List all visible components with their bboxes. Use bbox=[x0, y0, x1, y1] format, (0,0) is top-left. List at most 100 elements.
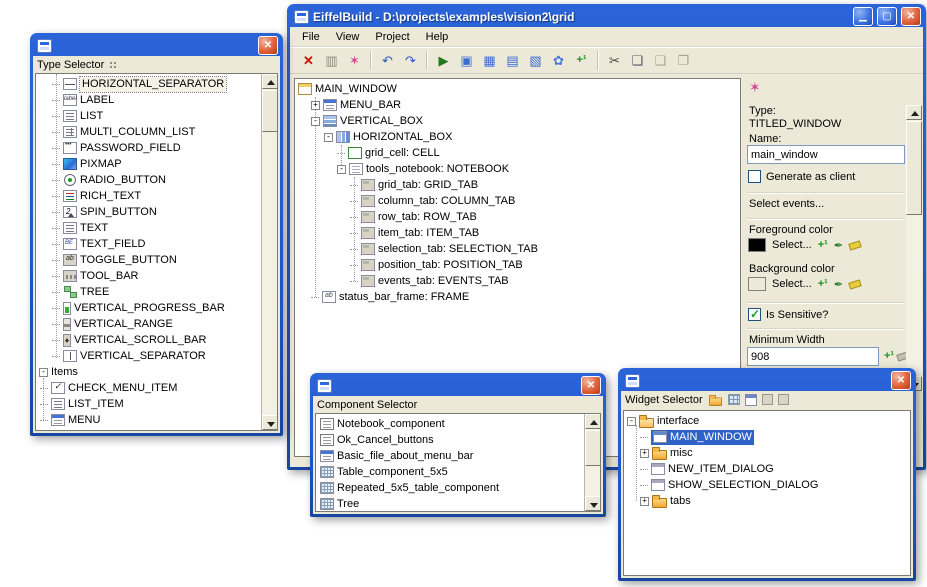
widget-row[interactable]: NEW_ITEM_DIALOG bbox=[624, 461, 910, 477]
type-row[interactable]: LABEL bbox=[36, 92, 261, 108]
add-widget-icon[interactable] bbox=[728, 394, 740, 405]
scroll-up-button[interactable] bbox=[585, 414, 601, 429]
type-row[interactable]: - Items bbox=[36, 364, 261, 380]
type-row[interactable]: RADIO_BUTTON bbox=[36, 172, 261, 188]
type-row[interactable]: MULTI_COLUMN_LIST bbox=[36, 124, 261, 140]
scroll-down-button[interactable] bbox=[262, 415, 278, 430]
generate-as-client-checkbox[interactable] bbox=[748, 170, 761, 183]
component-row[interactable]: Ok_Cancel_buttons bbox=[316, 432, 584, 448]
tree-row[interactable]: - HORIZONTAL_BOX bbox=[295, 129, 740, 145]
wizard-icon[interactable]: ✶ bbox=[343, 50, 366, 71]
type-row[interactable]: LIST bbox=[36, 108, 261, 124]
type-row[interactable]: MENU bbox=[36, 412, 261, 428]
tree-row[interactable]: selection_tab: SELECTION_TAB bbox=[295, 241, 740, 257]
close-button[interactable]: ✕ bbox=[891, 371, 911, 390]
type-list-scrollbar[interactable] bbox=[261, 74, 277, 430]
scrollbar-thumb[interactable] bbox=[906, 121, 922, 215]
paste-special-icon[interactable]: ❒ bbox=[672, 50, 695, 71]
type-row[interactable]: RICH_TEXT bbox=[36, 188, 261, 204]
undo-icon[interactable]: ↶ bbox=[376, 50, 399, 71]
background-swatch[interactable] bbox=[748, 277, 766, 291]
community-icon[interactable]: ✿ bbox=[547, 50, 570, 71]
show-window-icon[interactable]: ▣ bbox=[455, 50, 478, 71]
tree-row[interactable]: MAIN_WINDOW bbox=[295, 81, 740, 97]
menu-project[interactable]: Project bbox=[367, 29, 417, 45]
tree-row[interactable]: status_bar_frame: FRAME bbox=[295, 289, 740, 305]
copy-icon[interactable]: ❏ bbox=[626, 50, 649, 71]
window-icon[interactable] bbox=[745, 394, 757, 406]
grid-window-icon[interactable]: ▤ bbox=[501, 50, 524, 71]
cut-icon[interactable]: ✂ bbox=[603, 50, 626, 71]
component-row[interactable]: Notebook_component bbox=[316, 416, 584, 432]
paste-icon[interactable]: ❑ bbox=[649, 50, 672, 71]
component-row[interactable]: Repeated_5x5_table_component bbox=[316, 480, 584, 496]
type-row[interactable]: TREE bbox=[36, 284, 261, 300]
pick-color-icon[interactable]: ✒ bbox=[834, 239, 843, 252]
minimum-width-field[interactable] bbox=[747, 347, 879, 366]
tree-row[interactable]: item_tab: ITEM_TAB bbox=[295, 225, 740, 241]
save-icon[interactable]: ▥ bbox=[320, 50, 343, 71]
delete-widget-icon[interactable] bbox=[778, 394, 789, 405]
menu-view[interactable]: View bbox=[328, 29, 368, 45]
title-bar[interactable]: ✕ bbox=[313, 373, 603, 396]
widget-row[interactable]: + tabs bbox=[624, 493, 910, 509]
collapse-icon[interactable]: - bbox=[311, 117, 320, 126]
collapse-icon[interactable]: - bbox=[39, 368, 48, 377]
title-bar[interactable]: EiffelBuild - D:\projects\examples\visio… bbox=[290, 4, 923, 27]
maximize-button[interactable]: ▢ bbox=[877, 7, 897, 26]
redo-icon[interactable]: ↷ bbox=[399, 50, 422, 71]
launch-project-icon[interactable]: ▶ bbox=[432, 50, 455, 71]
scroll-up-button[interactable] bbox=[906, 105, 922, 120]
widget-row[interactable]: - interface bbox=[624, 413, 910, 429]
tree-row[interactable]: grid_tab: GRID_TAB bbox=[295, 177, 740, 193]
widget-row[interactable]: + misc bbox=[624, 445, 910, 461]
new-folder-icon[interactable] bbox=[709, 394, 722, 404]
minimize-button[interactable]: ▁ bbox=[853, 7, 873, 26]
widget-row[interactable]: SHOW_SELECTION_DIALOG bbox=[624, 477, 910, 493]
component-scrollbar[interactable] bbox=[584, 414, 600, 511]
collapse-icon[interactable]: - bbox=[627, 417, 636, 426]
scroll-up-button[interactable] bbox=[262, 74, 278, 89]
tree-row[interactable]: row_tab: ROW_TAB bbox=[295, 209, 740, 225]
tree-row[interactable]: - tools_notebook: NOTEBOOK bbox=[295, 161, 740, 177]
is-sensitive-checkbox[interactable] bbox=[748, 308, 761, 321]
close-button[interactable]: ✕ bbox=[258, 36, 278, 55]
title-bar[interactable]: ✕ bbox=[33, 33, 280, 56]
type-row[interactable]: TEXT bbox=[36, 220, 261, 236]
type-row[interactable]: LIST_ITEM bbox=[36, 396, 261, 412]
expand-icon[interactable]: + bbox=[640, 497, 649, 506]
type-row[interactable]: VERTICAL_SCROLL_BAR bbox=[36, 332, 261, 348]
type-row[interactable]: PASSWORD_FIELD bbox=[36, 140, 261, 156]
add-one-icon[interactable]: +¹ bbox=[570, 50, 593, 71]
type-row[interactable]: CHECK_MENU_ITEM bbox=[36, 380, 261, 396]
close-button[interactable]: ✕ bbox=[581, 376, 601, 395]
widget-row-selected[interactable]: MAIN_WINDOW bbox=[624, 429, 910, 445]
erase-color-icon[interactable] bbox=[848, 279, 862, 289]
pick-color-icon[interactable]: ✒ bbox=[834, 278, 843, 291]
component-row[interactable]: Basic_file_about_menu_bar bbox=[316, 448, 584, 464]
type-row[interactable]: PIXMAP bbox=[36, 156, 261, 172]
type-row[interactable]: VERTICAL_SEPARATOR bbox=[36, 348, 261, 364]
delete-icon[interactable]: ✕ bbox=[297, 50, 320, 71]
type-row[interactable]: VERTICAL_RANGE bbox=[36, 316, 261, 332]
tree-row[interactable]: grid_cell: CELL bbox=[295, 145, 740, 161]
add-color-icon[interactable]: +¹ bbox=[818, 278, 828, 290]
background-select-button[interactable]: Select... bbox=[772, 278, 812, 290]
scrollbar-thumb[interactable] bbox=[262, 90, 278, 132]
title-bar[interactable]: ✕ bbox=[621, 368, 913, 391]
scrollbar-thumb[interactable] bbox=[585, 430, 601, 466]
add-width-icon[interactable]: +¹ bbox=[884, 350, 894, 362]
menu-help[interactable]: Help bbox=[418, 29, 457, 45]
foreground-select-button[interactable]: Select... bbox=[772, 239, 812, 251]
collapse-icon[interactable]: - bbox=[324, 133, 333, 142]
type-row[interactable]: TOGGLE_BUTTON bbox=[36, 252, 261, 268]
type-row[interactable]: TEXT_FIELD bbox=[36, 236, 261, 252]
component-row[interactable]: Table_component_5x5 bbox=[316, 464, 584, 480]
select-events-link[interactable]: Select events... bbox=[749, 198, 824, 210]
type-row[interactable]: HORIZONTAL_SEPARATOR bbox=[36, 76, 261, 92]
collapse-icon[interactable]: - bbox=[337, 165, 346, 174]
tree-row[interactable]: + MENU_BAR bbox=[295, 97, 740, 113]
erase-color-icon[interactable] bbox=[848, 240, 862, 250]
copy-widget-icon[interactable] bbox=[762, 394, 773, 405]
tree-row[interactable]: position_tab: POSITION_TAB bbox=[295, 257, 740, 273]
